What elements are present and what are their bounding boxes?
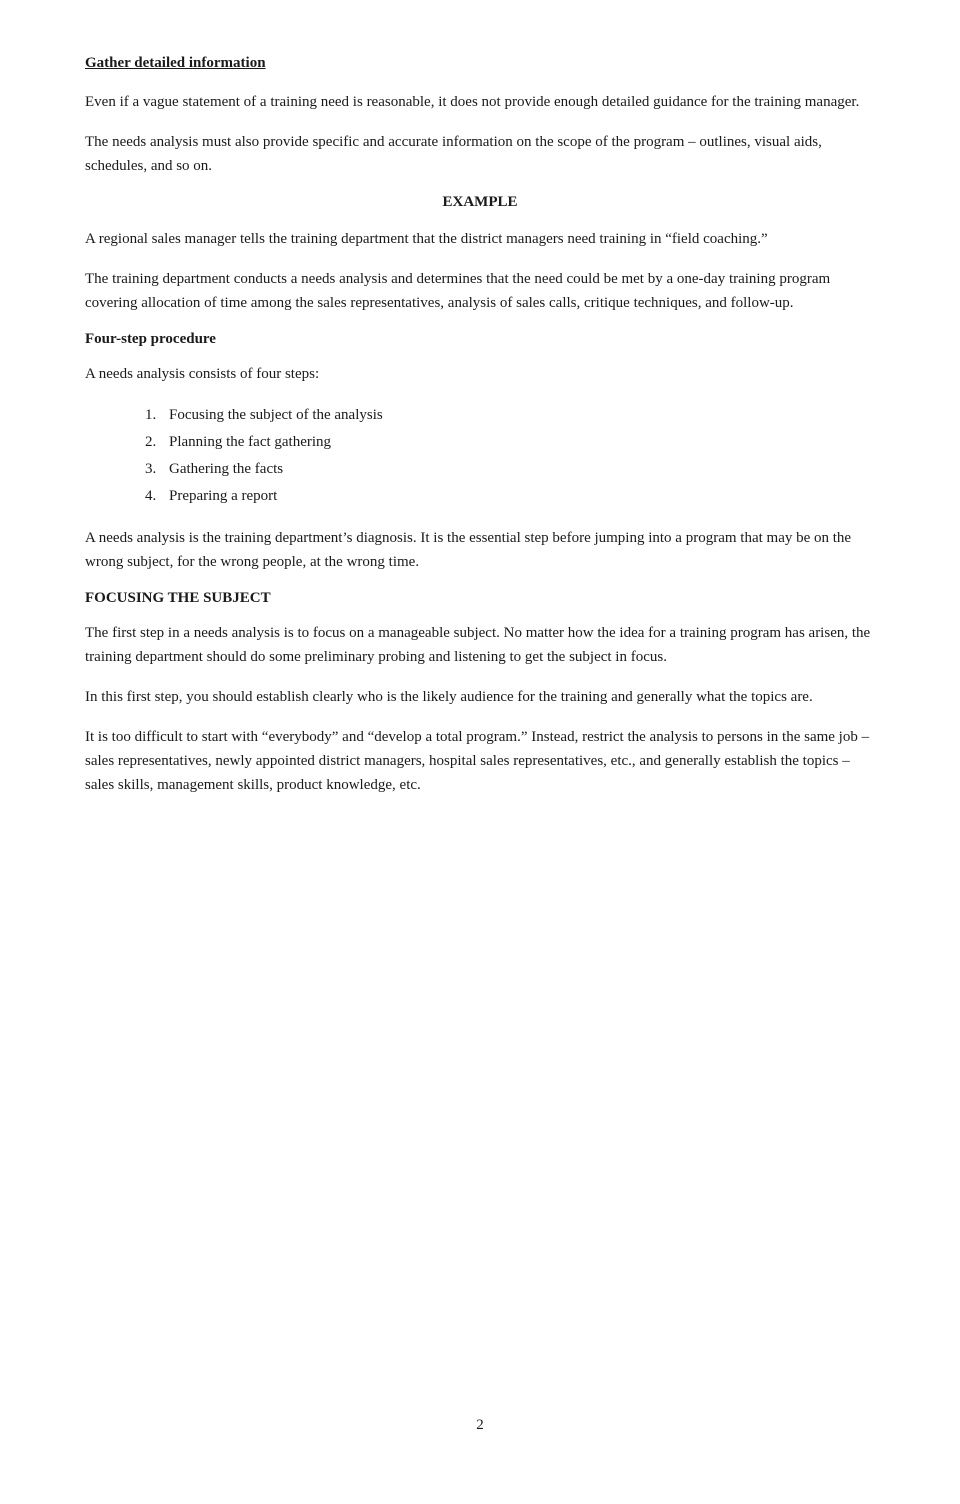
- list-item: 2. Planning the fact gathering: [145, 429, 875, 456]
- section-heading: Gather detailed information: [85, 55, 875, 72]
- page: Gather detailed information Even if a va…: [0, 0, 960, 1504]
- list-item-text: Preparing a report: [169, 483, 277, 510]
- list-item-num: 1.: [145, 402, 163, 429]
- page-number: 2: [476, 1417, 484, 1433]
- four-step-heading: Four-step procedure: [85, 331, 875, 348]
- list-item-num: 4.: [145, 483, 163, 510]
- list-item-num: 2.: [145, 429, 163, 456]
- four-step-intro: A needs analysis consists of four steps:: [85, 362, 875, 386]
- focusing-paragraph-2: In this first step, you should establish…: [85, 685, 875, 709]
- page-footer: 2: [85, 1397, 875, 1434]
- list-item-text: Planning the fact gathering: [169, 429, 331, 456]
- focusing-paragraph-3: It is too difficult to start with “every…: [85, 725, 875, 797]
- list-item: 3. Gathering the facts: [145, 456, 875, 483]
- example-heading: EXAMPLE: [85, 194, 875, 211]
- list-item: 1. Focusing the subject of the analysis: [145, 402, 875, 429]
- four-step-list: 1. Focusing the subject of the analysis …: [145, 402, 875, 510]
- example-paragraph-1: A regional sales manager tells the train…: [85, 227, 875, 251]
- list-item-num: 3.: [145, 456, 163, 483]
- page-content: Gather detailed information Even if a va…: [85, 55, 875, 1397]
- list-item: 4. Preparing a report: [145, 483, 875, 510]
- focusing-heading: FOCUSING THE SUBJECT: [85, 590, 875, 607]
- example-paragraph-2: The training department conducts a needs…: [85, 267, 875, 315]
- list-item-text: Focusing the subject of the analysis: [169, 402, 383, 429]
- intro-paragraph-1: Even if a vague statement of a training …: [85, 90, 875, 114]
- list-item-text: Gathering the facts: [169, 456, 283, 483]
- focusing-paragraph-1: The first step in a needs analysis is to…: [85, 621, 875, 669]
- intro-paragraph-2: The needs analysis must also provide spe…: [85, 130, 875, 178]
- diagnosis-paragraph: A needs analysis is the training departm…: [85, 526, 875, 574]
